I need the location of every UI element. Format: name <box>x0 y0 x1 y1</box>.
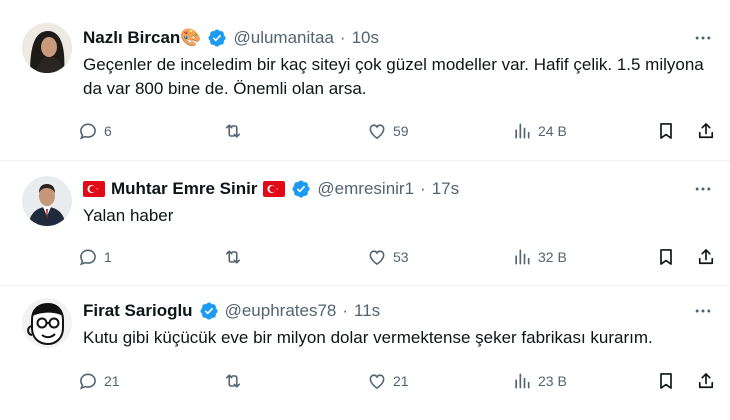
reply-button[interactable]: 21 <box>78 368 120 394</box>
like-count: 59 <box>393 123 409 139</box>
views-chart-icon <box>515 373 530 389</box>
views-chart-icon <box>515 123 530 139</box>
views-chart-icon <box>515 249 530 265</box>
avatar[interactable] <box>22 23 72 73</box>
display-name[interactable]: Muhtar Emre Sinir <box>111 178 257 200</box>
turkey-flag-icon <box>263 181 286 197</box>
handle[interactable]: @ulumanitaa <box>233 27 333 49</box>
tweet-header: Nazlı Bircan 🎨 @ulumanitaa · 10s <box>83 27 670 49</box>
separator-dot: · <box>420 179 426 198</box>
tweet-item[interactable]: Muhtar Emre Sinir @emresinir1 · 17s Yala… <box>0 160 730 285</box>
like-count: 53 <box>393 249 409 265</box>
avatar[interactable] <box>22 176 72 226</box>
reply-button[interactable]: 6 <box>78 118 112 144</box>
separator-dot: · <box>342 301 349 320</box>
view-count: 23 B <box>538 373 567 389</box>
tweet-item[interactable]: Nazlı Bircan 🎨 @ulumanitaa · 10s Geçenle… <box>0 0 730 160</box>
verified-badge-icon <box>200 302 218 320</box>
bookmark-icon <box>660 123 672 139</box>
handle[interactable]: @emresinir1 <box>317 178 414 200</box>
palette-emoji: 🎨 <box>180 28 202 47</box>
timestamp[interactable]: 17s <box>432 178 459 200</box>
heart-icon <box>369 124 385 140</box>
views-button[interactable]: 32 B <box>512 244 567 270</box>
bookmark-icon <box>660 373 672 389</box>
retweet-button[interactable] <box>223 368 249 394</box>
bookmark-icon <box>660 249 672 265</box>
more-options-icon[interactable] <box>692 178 714 200</box>
tweet-actions: 6 59 24 B <box>78 118 720 144</box>
tweet-text: Geçenler de inceledim bir kaç siteyi çok… <box>83 55 704 98</box>
retweet-icon <box>225 124 241 138</box>
avatar[interactable] <box>22 298 72 348</box>
bookmark-button[interactable] <box>656 118 676 144</box>
tweet-item[interactable]: Firat Sarioglu @euphrates78 · 11s Kutu g… <box>0 285 730 420</box>
verified-badge-icon <box>292 180 310 198</box>
more-options-icon[interactable] <box>692 300 714 322</box>
like-button[interactable]: 53 <box>367 244 409 270</box>
reply-icon <box>79 249 96 266</box>
handle[interactable]: @euphrates78 <box>225 300 337 322</box>
share-icon <box>698 373 714 389</box>
tweet-actions: 21 21 23 B <box>78 368 720 394</box>
share-icon <box>698 249 714 265</box>
share-icon <box>698 123 714 139</box>
like-button[interactable]: 59 <box>367 118 409 144</box>
reply-icon <box>79 123 96 140</box>
separator-dot: · <box>339 28 346 47</box>
heart-icon <box>369 374 385 390</box>
tweet-text: Yalan haber <box>83 206 174 225</box>
timestamp[interactable]: 11s <box>354 300 380 322</box>
retweet-button[interactable] <box>223 118 249 144</box>
timestamp[interactable]: 10s <box>352 27 379 49</box>
views-button[interactable]: 23 B <box>512 368 567 394</box>
reply-count: 6 <box>104 123 112 139</box>
display-name[interactable]: Nazlı Bircan <box>83 27 180 49</box>
reply-button[interactable]: 1 <box>78 244 112 270</box>
reply-icon <box>79 373 96 390</box>
share-button[interactable] <box>696 244 716 270</box>
views-button[interactable]: 24 B <box>512 118 567 144</box>
reply-count: 21 <box>104 373 120 389</box>
retweet-icon <box>225 374 241 388</box>
more-options-icon[interactable] <box>692 27 714 49</box>
reply-count: 1 <box>104 249 112 265</box>
view-count: 32 B <box>538 249 567 265</box>
tweet-header: Firat Sarioglu @euphrates78 · 11s <box>83 300 670 322</box>
share-button[interactable] <box>696 368 716 394</box>
retweet-icon <box>225 250 241 264</box>
tweet-text: Kutu gibi küçücük eve bir milyon dolar v… <box>83 328 653 347</box>
verified-badge-icon <box>208 29 227 47</box>
like-count: 21 <box>393 373 409 389</box>
turkey-flag-icon <box>83 181 105 197</box>
heart-icon <box>369 250 385 266</box>
view-count: 24 B <box>538 123 567 139</box>
bookmark-button[interactable] <box>656 368 676 394</box>
tweet-header: Muhtar Emre Sinir @emresinir1 · 17s <box>83 178 670 200</box>
retweet-button[interactable] <box>223 244 249 270</box>
like-button[interactable]: 21 <box>367 368 409 394</box>
share-button[interactable] <box>696 118 716 144</box>
tweet-actions: 1 53 32 B <box>78 244 720 270</box>
bookmark-button[interactable] <box>656 244 676 270</box>
display-name[interactable]: Firat Sarioglu <box>83 300 193 322</box>
